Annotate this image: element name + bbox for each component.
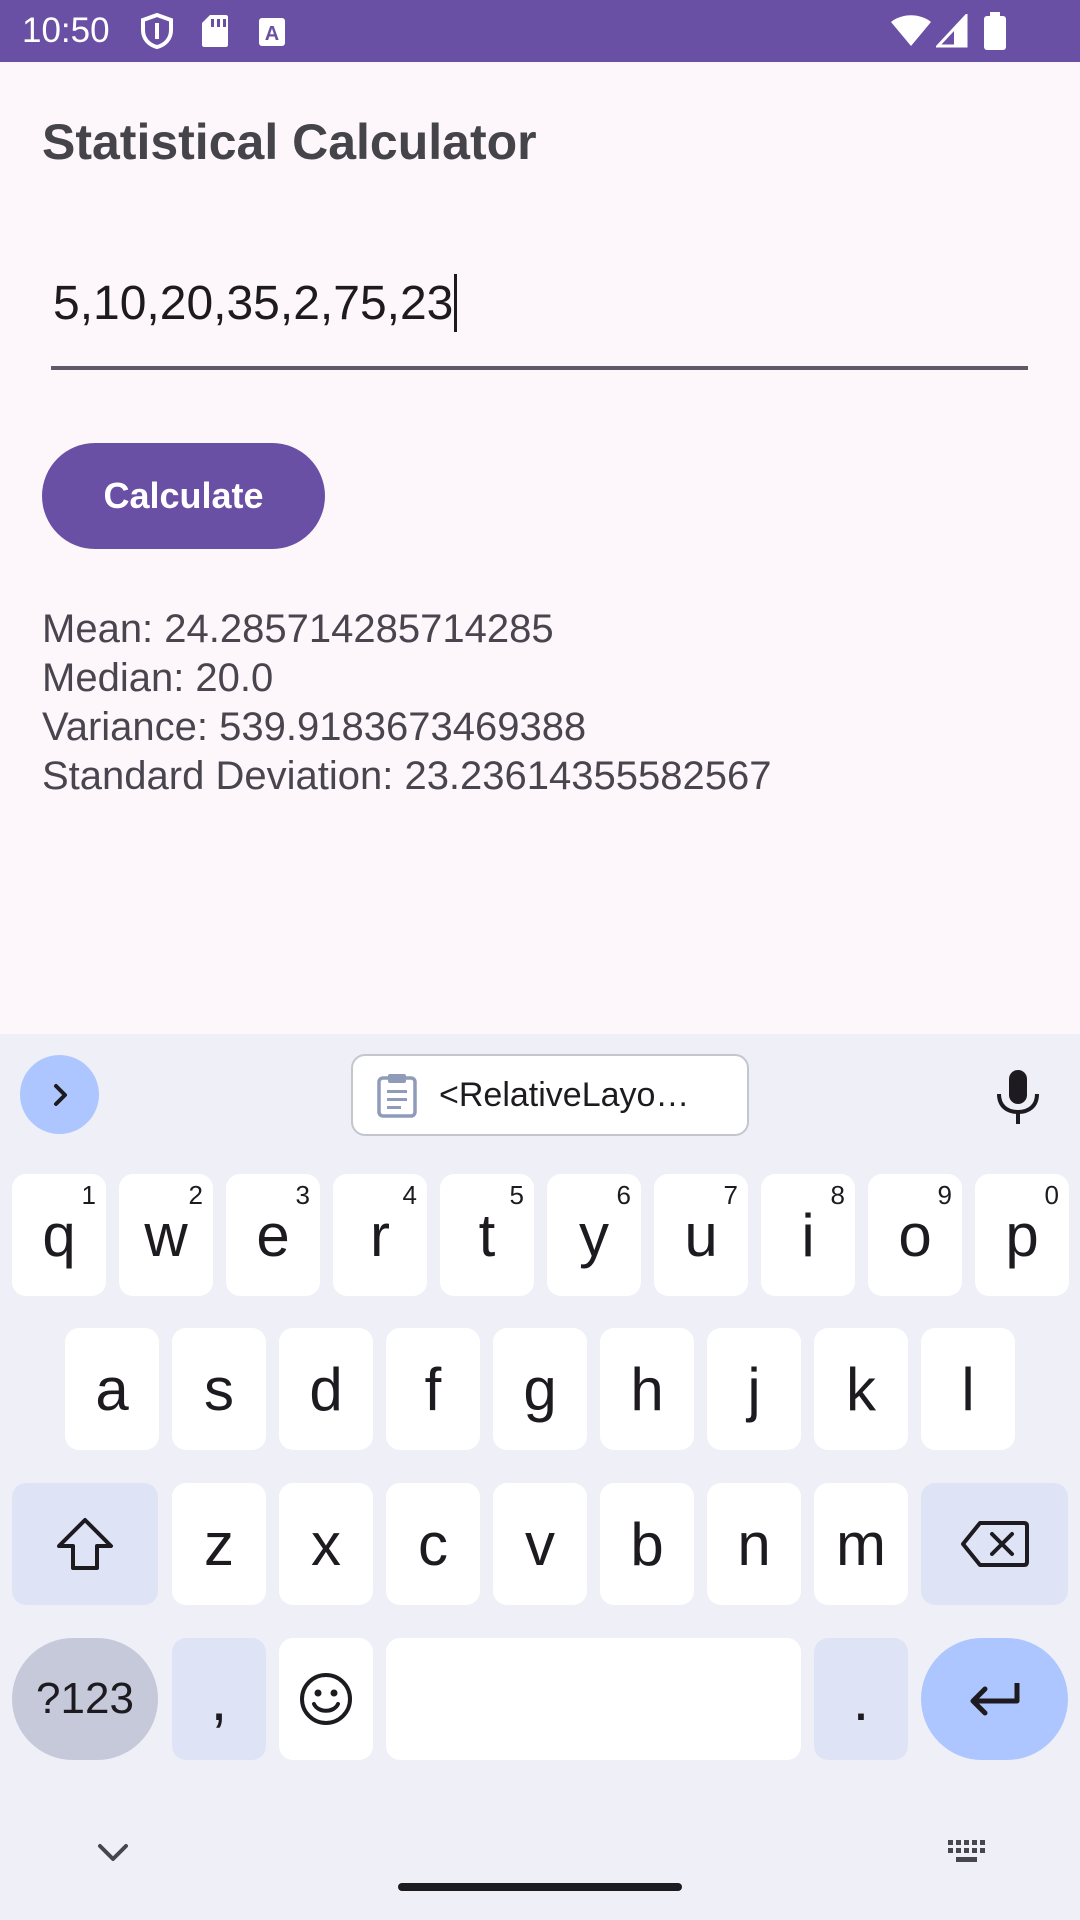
- key-f[interactable]: f: [386, 1328, 480, 1450]
- key-g[interactable]: g: [493, 1328, 587, 1450]
- status-bar: 10:50 A: [0, 0, 1080, 62]
- key-n[interactable]: n: [707, 1483, 801, 1605]
- key-q[interactable]: q1: [12, 1174, 106, 1296]
- enter-arrow-icon: [970, 1683, 1019, 1716]
- key-k[interactable]: k: [814, 1328, 908, 1450]
- key-c[interactable]: c: [386, 1483, 480, 1605]
- key-p[interactable]: p0: [975, 1174, 1069, 1296]
- home-indicator[interactable]: [398, 1883, 682, 1891]
- text-a-icon: A: [259, 18, 285, 46]
- key-o[interactable]: o9: [868, 1174, 962, 1296]
- shift-key[interactable]: [12, 1483, 158, 1605]
- key-t[interactable]: t5: [440, 1174, 534, 1296]
- key-a[interactable]: a: [65, 1328, 159, 1450]
- clipboard-suggestion-text: <RelativeLayo…: [439, 1075, 690, 1114]
- shield-icon: [141, 13, 173, 49]
- svg-text:A: A: [265, 23, 279, 45]
- key-h[interactable]: h: [600, 1328, 694, 1450]
- calculate-button[interactable]: Calculate: [42, 443, 325, 549]
- key-w[interactable]: w2: [119, 1174, 213, 1296]
- key-e[interactable]: e3: [226, 1174, 320, 1296]
- soft-keyboard: <RelativeLayo…: [0, 1034, 1080, 1920]
- period-key[interactable]: .: [814, 1638, 908, 1760]
- key-s[interactable]: s: [172, 1328, 266, 1450]
- emoji-icon: [300, 1673, 352, 1725]
- emoji-key[interactable]: [279, 1638, 373, 1760]
- key-u[interactable]: u7: [654, 1174, 748, 1296]
- signal-icon: [936, 14, 968, 48]
- results-text: Mean: 24.285714285714285 Median: 20.0 Va…: [42, 605, 772, 801]
- key-l[interactable]: l: [921, 1328, 1015, 1450]
- key-r[interactable]: r4: [333, 1174, 427, 1296]
- result-variance: Variance: 539.9183673469388: [42, 705, 587, 749]
- numbers-input[interactable]: 5,10,20,35,2,75,23: [51, 262, 1028, 372]
- keyboard-suggestion-strip: <RelativeLayo…: [0, 1034, 1080, 1164]
- clipboard-icon: [377, 1074, 417, 1118]
- key-x[interactable]: x: [279, 1483, 373, 1605]
- hide-keyboard-chevron-icon[interactable]: [96, 1842, 130, 1864]
- sd-card-icon: [202, 15, 228, 47]
- key-z[interactable]: z: [172, 1483, 266, 1605]
- battery-icon: [984, 12, 1006, 50]
- result-std-dev: Standard Deviation: 23.23614355582567: [42, 754, 772, 798]
- toolbar-expand-button[interactable]: [20, 1055, 99, 1134]
- status-time: 10:50: [22, 11, 110, 50]
- backspace-icon: [960, 1521, 1029, 1567]
- result-median: Median: 20.0: [42, 656, 274, 700]
- wifi-icon: [891, 15, 931, 46]
- symbols-key[interactable]: ?123: [12, 1638, 158, 1760]
- key-v[interactable]: v: [493, 1483, 587, 1605]
- clipboard-suggestion-chip[interactable]: <RelativeLayo…: [351, 1054, 749, 1136]
- numbers-input-value: 5,10,20,35,2,75,23: [53, 277, 454, 330]
- key-i[interactable]: i8: [761, 1174, 855, 1296]
- keyboard-switch-icon[interactable]: [946, 1838, 988, 1866]
- backspace-key[interactable]: [921, 1483, 1068, 1605]
- key-j[interactable]: j: [707, 1328, 801, 1450]
- enter-key[interactable]: [921, 1638, 1068, 1760]
- result-mean: Mean: 24.285714285714285: [42, 607, 554, 651]
- comma-key[interactable]: ,: [172, 1638, 266, 1760]
- shift-arrow-icon: [57, 1518, 113, 1570]
- page-title: Statistical Calculator: [42, 114, 537, 170]
- microphone-icon[interactable]: [990, 1068, 1046, 1126]
- text-cursor: [454, 274, 458, 332]
- key-m[interactable]: m: [814, 1483, 908, 1605]
- input-underline: [51, 366, 1028, 370]
- space-key[interactable]: [386, 1638, 801, 1760]
- key-d[interactable]: d: [279, 1328, 373, 1450]
- key-y[interactable]: y6: [547, 1174, 641, 1296]
- chevron-right-icon: [53, 1083, 67, 1106]
- key-b[interactable]: b: [600, 1483, 694, 1605]
